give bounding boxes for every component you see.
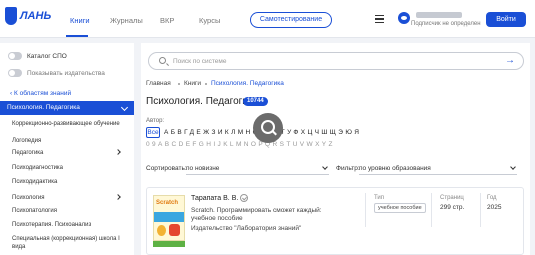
divider — [431, 193, 432, 227]
author-filter-label: Автор: — [146, 118, 165, 124]
search-submit-arrow-icon[interactable]: → — [505, 56, 515, 66]
toggle-spo-catalog[interactable]: Каталог СПО — [8, 51, 67, 61]
logo-text: ЛАНЬ — [20, 10, 52, 22]
toggle-switch[interactable] — [8, 52, 22, 60]
divider — [480, 193, 481, 227]
breadcrumb-current: Психология. Педагогика — [211, 80, 284, 87]
filter-select[interactable]: по уровню образования — [359, 165, 431, 172]
chevron-down-icon — [510, 164, 516, 170]
login-button[interactable]: Войти — [486, 12, 526, 27]
sidebar-item-label: Психодиагностика — [12, 165, 64, 171]
back-to-areas-link[interactable]: ‹ К областям знаний — [10, 90, 71, 97]
type-badge: учебное пособие — [374, 203, 426, 213]
search-input[interactable]: Поиск по системе — [173, 58, 227, 65]
toggle-label: Каталог СПО — [27, 52, 67, 60]
cover-band — [154, 212, 184, 222]
sidebar-item[interactable]: Психопатология — [12, 207, 128, 215]
filter-label: Фильтр: — [336, 165, 360, 172]
active-category-label: Психология. Педагогика — [7, 104, 80, 111]
filter-select-underline — [359, 174, 517, 175]
sidebar-item[interactable]: Психология — [12, 194, 128, 202]
chevron-right-icon — [115, 194, 121, 200]
breadcrumb-separator — [178, 83, 180, 85]
sidebar-item[interactable]: Специальная (коррекционная) школа I вида — [12, 235, 128, 251]
sidebar-item-label: Психодидактика — [12, 179, 58, 185]
sort-label: Сортировать: — [146, 165, 187, 172]
back-link-label: К областям знаний — [13, 90, 72, 97]
active-tab-indicator — [66, 35, 88, 37]
subscriber-status: Подписчик не определен — [411, 21, 481, 27]
search-bar[interactable]: Поиск по системе → — [148, 52, 524, 70]
sidebar-item-active[interactable]: Психология. Педагогика — [0, 101, 134, 115]
sidebar-item-label: Педагогика — [12, 150, 44, 156]
divider — [365, 193, 366, 227]
zoom-magnifier-icon[interactable] — [253, 113, 283, 143]
book-cover-image[interactable]: Scratch — [153, 195, 185, 241]
username-redacted — [416, 12, 462, 18]
verified-check-icon — [240, 194, 248, 202]
cover-figure — [157, 225, 166, 236]
sidebar-item-label: Коррекционно-развивающее обучение — [12, 121, 120, 127]
sidebar-item-label: Специальная (коррекционная) школа I вида — [12, 236, 120, 250]
sidebar-item[interactable]: Логопедия — [12, 137, 128, 145]
chevron-down-icon — [322, 164, 328, 170]
pages-header: Страниц — [440, 195, 464, 201]
search-icon — [159, 57, 166, 64]
toggle-show-publishers[interactable]: Показывать издательства — [8, 68, 105, 78]
sidebar-item[interactable]: Психотерапия. Психоанализ — [12, 221, 128, 229]
sidebar-item[interactable]: Коррекционно-развивающее обучение — [12, 120, 128, 128]
toggle-switch[interactable] — [8, 69, 22, 77]
breadcrumb-books[interactable]: Книги — [184, 80, 201, 87]
book-card[interactable]: Scratch Тарапата В. В. Scratch. Программ… — [146, 187, 524, 255]
menu-icon[interactable] — [375, 15, 384, 23]
sidebar-item[interactable]: Психодиагностика — [12, 164, 128, 172]
logo[interactable]: ЛАНЬ — [5, 7, 51, 25]
page-title: Психология. Педагогика — [146, 96, 259, 107]
tab-journals[interactable]: Журналы — [110, 16, 143, 25]
sidebar: Каталог СПО Показывать издательства ‹ К … — [0, 43, 134, 255]
cover-figure — [169, 224, 180, 236]
breadcrumb-home[interactable]: Главная — [146, 80, 171, 87]
tab-vkr[interactable]: ВКР — [160, 16, 174, 25]
self-test-button[interactable]: Самотестирование — [250, 12, 332, 28]
breadcrumb-separator — [205, 83, 207, 85]
sidebar-item-label: Психотерапия. Психоанализ — [12, 222, 92, 228]
pages-value: 299 стр. — [440, 204, 465, 211]
cover-title: Scratch — [156, 200, 179, 206]
chevron-right-icon — [115, 149, 121, 155]
top-bar: ЛАНЬ Книги Журналы ВКР Курсы Самотестиро… — [0, 0, 535, 38]
book-author[interactable]: Тарапата В. В. — [191, 195, 238, 202]
alphabet-latin[interactable]: 09ABCDEFGHIJKLMNOPQRSTUVWXYZ — [146, 141, 335, 148]
sort-select-underline — [186, 174, 329, 175]
toggle-label: Показывать издательства — [27, 69, 105, 77]
sidebar-item[interactable]: Психодидактика — [12, 178, 128, 186]
year-value: 2025 — [487, 204, 502, 211]
tab-courses[interactable]: Курсы — [199, 16, 220, 25]
year-header: Год — [487, 195, 497, 201]
main-content: Поиск по системе → Главная Книги Психоло… — [141, 43, 530, 255]
sidebar-item-label: Логопедия — [12, 138, 42, 144]
sidebar-item-label: Психопатология — [12, 208, 57, 214]
all-letters-button[interactable]: Все — [146, 127, 160, 138]
book-publisher: Издательство "Лаборатория знаний" — [191, 225, 302, 232]
cover-stripe — [153, 241, 185, 247]
count-badge: 10744 — [243, 97, 268, 106]
sort-select[interactable]: по новизне — [186, 165, 219, 172]
chevron-down-icon — [120, 103, 129, 112]
accessibility-eye-icon[interactable] — [398, 12, 410, 24]
tab-books[interactable]: Книги — [70, 16, 90, 25]
sidebar-item-label: Психология — [12, 195, 45, 201]
sidebar-item[interactable]: Педагогика — [12, 149, 128, 157]
logo-emblem-icon — [5, 7, 17, 25]
book-title[interactable]: Scratch. Программировать сможет каждый: … — [191, 207, 341, 223]
type-header: Тип — [374, 195, 385, 201]
